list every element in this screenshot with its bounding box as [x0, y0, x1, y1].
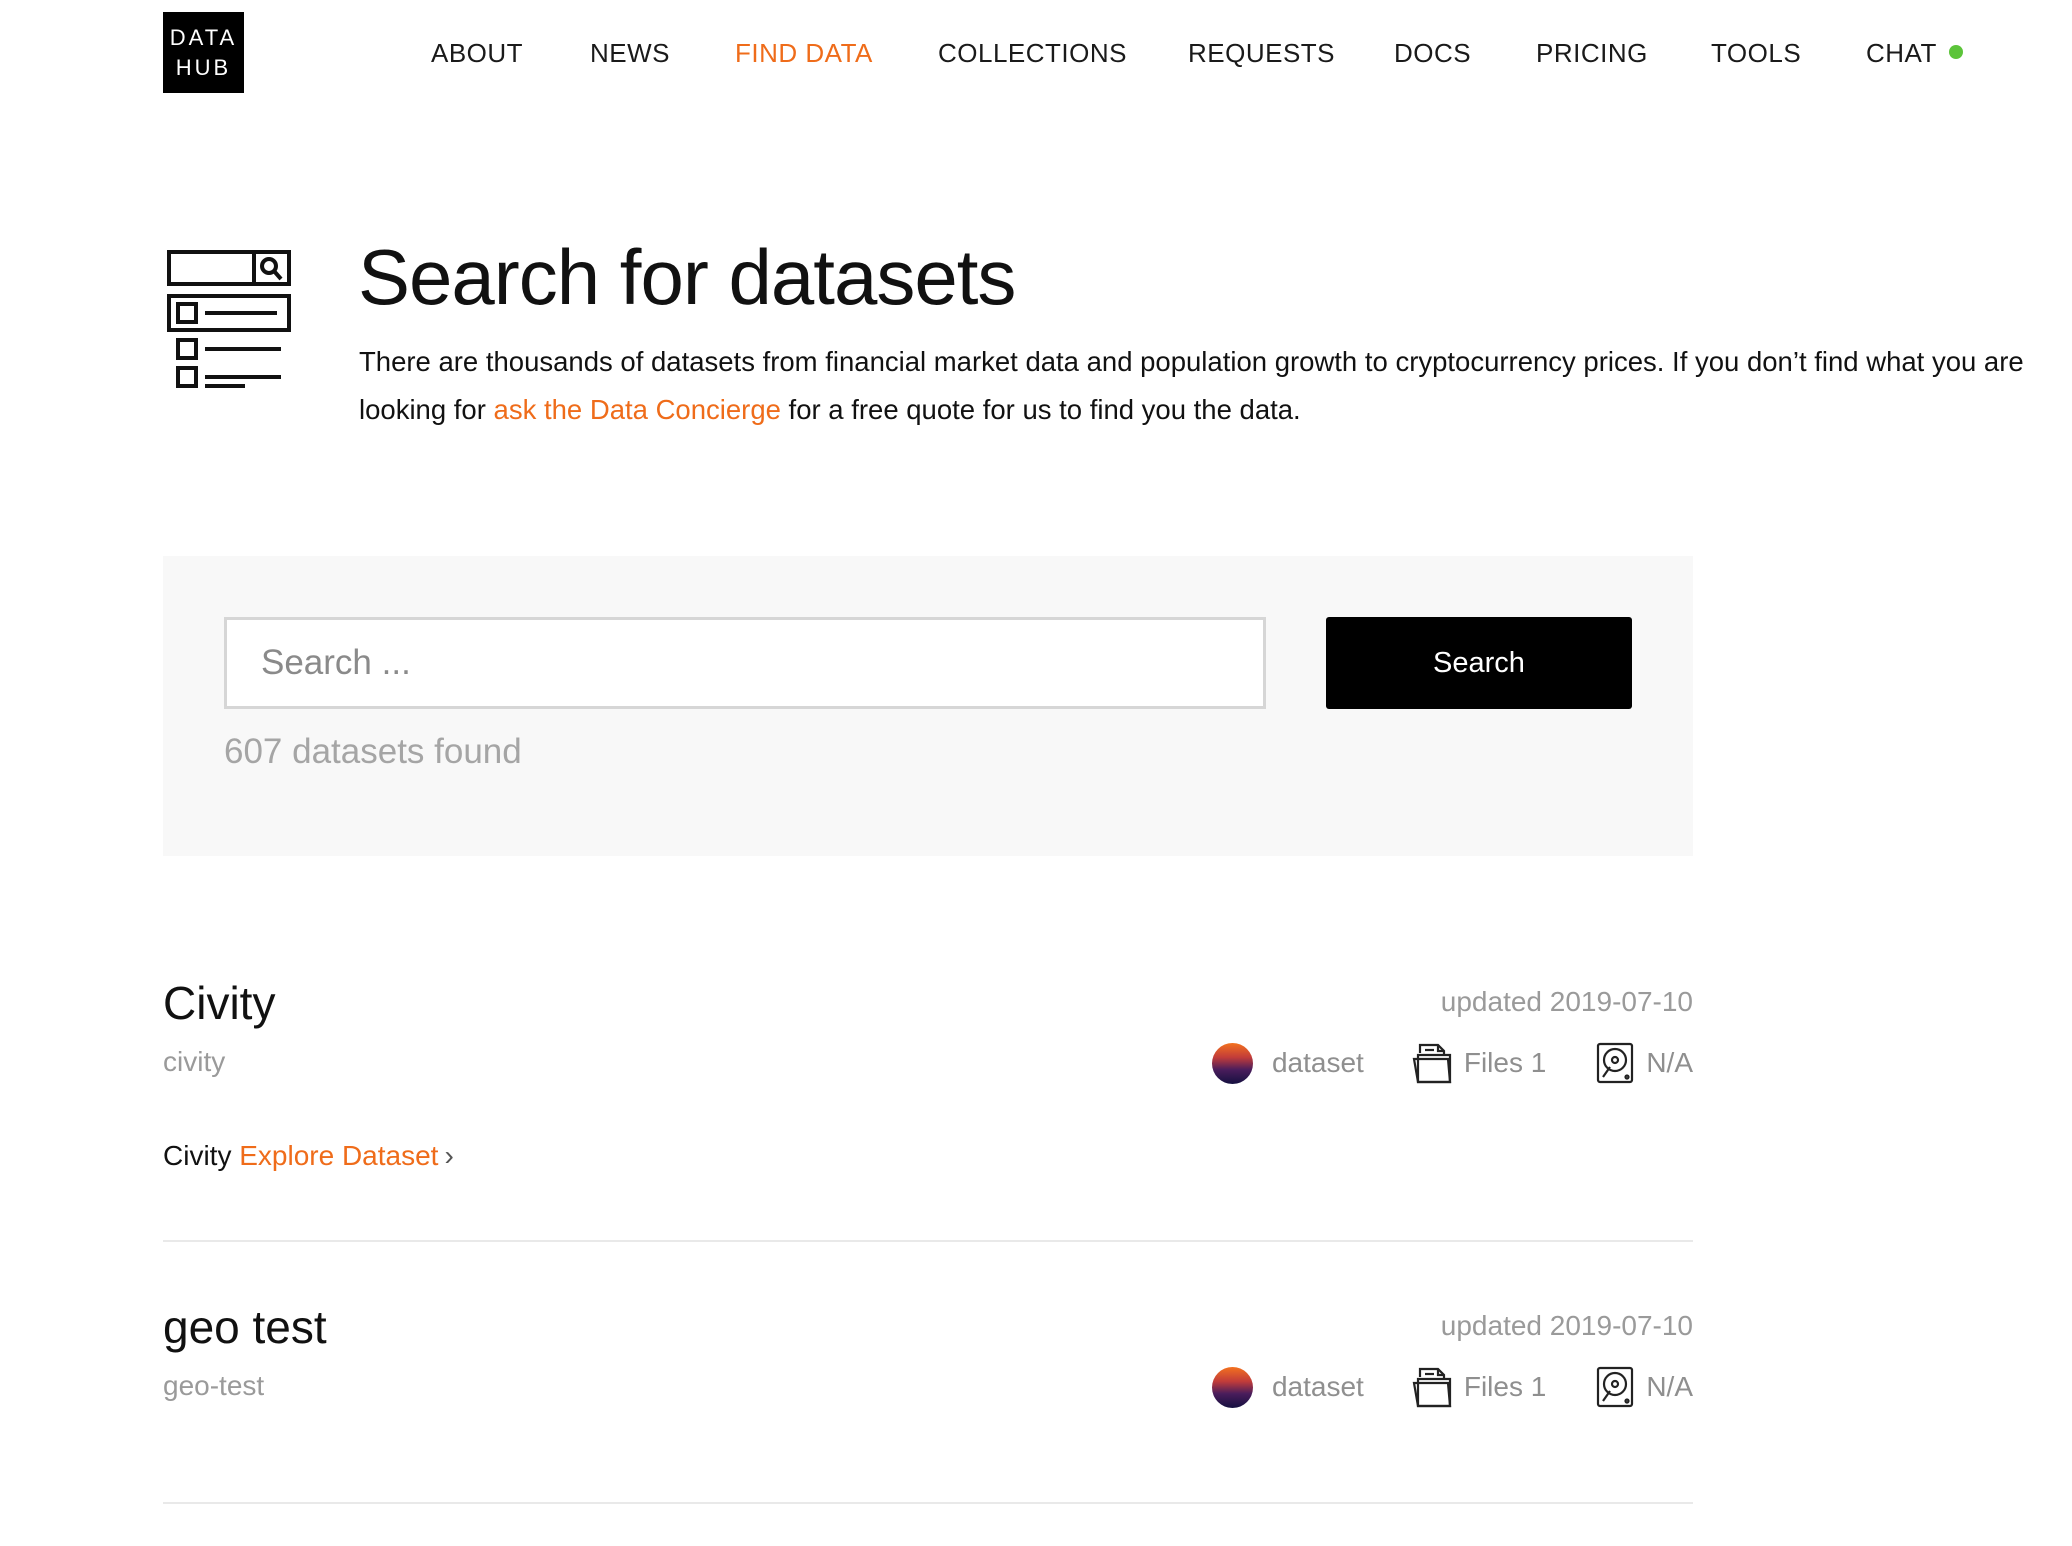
- result-files: Files 1: [1412, 1041, 1546, 1085]
- nav-item-collections[interactable]: COLLECTIONS: [938, 38, 1127, 69]
- nav-item-tools[interactable]: TOOLS: [1711, 38, 1801, 69]
- nav-item-chat[interactable]: CHAT: [1866, 38, 1963, 69]
- explore-dataset-link[interactable]: Explore Dataset: [239, 1140, 438, 1171]
- result-files-label: Files 1: [1463, 1371, 1547, 1402]
- result-slug: geo-test: [163, 1370, 265, 1401]
- nav-item-find-data[interactable]: FIND DATA: [735, 38, 873, 69]
- result-description-text: Civity: [163, 1140, 232, 1171]
- result-updated: updated 2019-07-10: [1440, 986, 1693, 1017]
- data-concierge-link[interactable]: ask the Data Concierge: [494, 394, 781, 425]
- search-input[interactable]: [224, 617, 1266, 709]
- result-type: dataset: [1211, 1042, 1364, 1084]
- result-size-label: N/A: [1646, 1371, 1693, 1402]
- result-type: dataset: [1211, 1366, 1364, 1408]
- result-size: N/A: [1594, 1365, 1693, 1409]
- nav-item-requests[interactable]: REQUESTS: [1188, 38, 1335, 69]
- chevron-right-icon: ›: [444, 1140, 454, 1171]
- result-slug: civity: [163, 1046, 226, 1077]
- page-description-text-end: for a free quote for us to find you the …: [780, 394, 1301, 425]
- result-files: Files 1: [1412, 1365, 1546, 1409]
- result-item: geo test geo-test updated 2019-07-10 dat…: [163, 1294, 1693, 1504]
- result-size: N/A: [1594, 1041, 1693, 1085]
- nav-item-news[interactable]: NEWS: [590, 38, 670, 69]
- result-type-label: dataset: [1271, 1371, 1364, 1402]
- files-icon: [1412, 1043, 1452, 1084]
- main-nav: ABOUT NEWS FIND DATA COLLECTIONS REQUEST…: [0, 38, 2072, 78]
- result-type-label: dataset: [1271, 1047, 1364, 1078]
- nav-item-pricing[interactable]: PRICING: [1536, 38, 1648, 69]
- search-button[interactable]: Search: [1326, 617, 1632, 709]
- results-count: 607 datasets found: [224, 732, 522, 771]
- nav-item-docs[interactable]: DOCS: [1394, 38, 1471, 69]
- nav-item-about[interactable]: ABOUT: [431, 38, 523, 69]
- result-title[interactable]: geo test: [163, 1300, 327, 1354]
- files-icon: [1412, 1367, 1452, 1408]
- disk-icon: [1597, 1366, 1634, 1408]
- page-title: Search for datasets: [358, 233, 1016, 321]
- search-results-icon: [167, 250, 291, 388]
- result-size-label: N/A: [1646, 1047, 1693, 1078]
- dataset-type-icon: [1211, 1042, 1253, 1084]
- result-title[interactable]: Civity: [163, 976, 275, 1030]
- result-updated: updated 2019-07-10: [1440, 1310, 1693, 1341]
- result-files-label: Files 1: [1463, 1047, 1547, 1078]
- dataset-type-icon: [1211, 1366, 1253, 1408]
- nav-item-chat-label: CHAT: [1866, 38, 1937, 68]
- result-meta: dataset Files 1 N/A: [1211, 1040, 1693, 1086]
- search-panel: Search 607 datasets found: [163, 556, 1693, 856]
- chat-status-dot: [1948, 45, 1963, 59]
- result-description: Civity Explore Dataset ›: [163, 1140, 454, 1172]
- result-item: Civity civity updated 2019-07-10 dataset…: [163, 970, 1693, 1242]
- result-meta: dataset Files 1 N/A: [1211, 1364, 1693, 1410]
- page-description: There are thousands of datasets from fin…: [359, 338, 2059, 434]
- disk-icon: [1597, 1042, 1634, 1084]
